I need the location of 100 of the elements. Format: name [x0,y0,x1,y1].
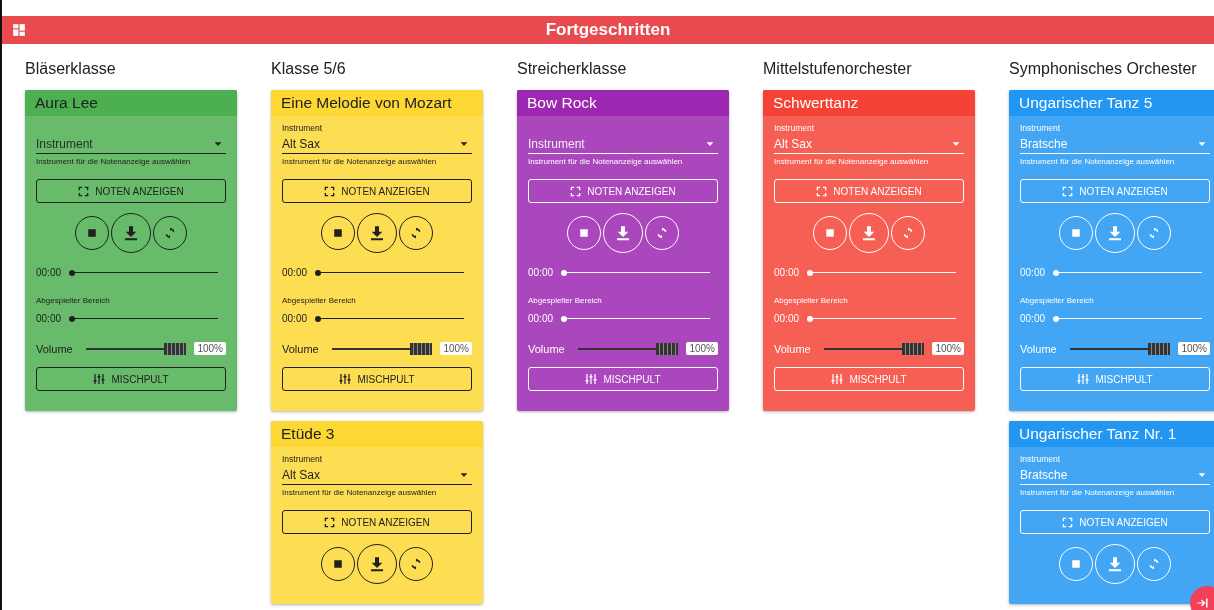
download-icon [123,225,139,241]
volume-thumb[interactable] [656,342,679,355]
sync-icon [1148,558,1160,570]
show-notes-button[interactable]: NOTEN ANZEIGEN [528,179,718,203]
volume-reading: 100% [440,342,472,355]
fullscreen-icon [78,185,90,197]
slider-thumb[interactable] [561,269,567,276]
page-title: Fortgeschritten [545,20,671,40]
mixer-button[interactable]: MISCHPULT [528,367,718,391]
time-reading: 00:00 [36,313,63,324]
dropdown-caret-icon [1198,470,1206,479]
mixer-button[interactable]: MISCHPULT [774,367,964,391]
instrument-select[interactable]: Instrument Alt Sax [282,453,472,485]
mixer-button[interactable]: MISCHPULT [36,367,226,391]
slider-thumb[interactable] [1053,315,1059,322]
instrument-select[interactable]: Instrument Bratsche [1020,122,1210,154]
slider-thumb[interactable] [315,269,321,276]
instrument-select[interactable]: Instrument Alt Sax [774,122,964,154]
slider-thumb[interactable] [1053,269,1059,276]
field-label: Instrument [282,453,324,465]
stop-icon [333,559,343,569]
volume-thumb[interactable] [1148,342,1171,355]
sliders-icon [1077,373,1090,385]
stop-icon [1071,228,1081,238]
volume-label: Volume [1020,342,1058,355]
range-label: Abgespielter Bereich [282,296,357,305]
instrument-select[interactable]: Instrument Alt Sax [282,122,472,154]
instrument-select[interactable]: Instrument Bratsche [1020,453,1210,485]
volume-reading: 100% [686,342,718,355]
card-title: Ungarischer Tanz 5 [1009,90,1214,116]
show-notes-button[interactable]: NOTEN ANZEIGEN [1020,510,1210,534]
mixer-button[interactable]: MISCHPULT [1020,367,1210,391]
instrument-select[interactable]: Instrument [528,122,718,154]
instrument-select[interactable]: Instrument [36,122,226,154]
sync-icon [656,227,668,239]
stop-icon [87,228,97,238]
card-title: Aura Lee [25,90,237,116]
time-reading: 00:00 [528,267,555,278]
volume-slider[interactable] [824,342,925,355]
helper-text: Instrument für die Notenanzeige auswählen [1020,488,1176,497]
show-notes-button[interactable]: NOTEN ANZEIGEN [1020,179,1210,203]
download-icon [369,225,385,241]
time-reading: 00:00 [36,267,63,278]
helper-text: Instrument für die Notenanzeige auswählen [774,157,930,166]
volume-slider[interactable] [578,342,679,355]
stop-icon [333,228,343,238]
field-label: Instrument [1020,453,1062,465]
download-icon [615,225,631,241]
volume-reading: 100% [194,342,226,355]
fullscreen-icon [816,185,828,197]
sliders-icon [93,373,106,385]
volume-slider[interactable] [86,342,187,355]
fullscreen-icon [1062,185,1074,197]
show-notes-button[interactable]: NOTEN ANZEIGEN [36,179,226,203]
slider-thumb[interactable] [315,315,321,322]
grid-icon [12,23,26,37]
volume-slider[interactable] [332,342,433,355]
show-notes-button[interactable]: NOTEN ANZEIGEN [282,510,472,534]
dropdown-caret-icon [1198,139,1206,148]
volume-thumb[interactable] [164,342,187,355]
field-label: Instrument [774,122,816,134]
column-heading: Klasse 5/6 [271,60,347,79]
volume-thumb[interactable] [902,342,925,355]
helper-text: Instrument für die Notenanzeige auswählen [282,157,438,166]
volume-slider[interactable] [1070,342,1171,355]
show-notes-button[interactable]: NOTEN ANZEIGEN [282,179,472,203]
time-reading: 00:00 [774,313,801,324]
sync-icon [902,227,914,239]
slider-thumb[interactable] [807,315,813,322]
sliders-icon [831,373,844,385]
sync-icon [410,227,422,239]
volume-label: Volume [774,342,812,355]
range-label: Abgespielter Bereich [774,296,849,305]
dropdown-caret-icon [706,139,714,148]
sync-icon [164,227,176,239]
slider-thumb[interactable] [807,269,813,276]
fullscreen-icon [570,185,582,197]
volume-label: Volume [528,342,566,355]
volume-label: Volume [282,342,320,355]
download-icon [1107,556,1123,572]
download-icon [861,225,877,241]
slider-thumb[interactable] [69,269,75,276]
helper-text: Instrument für die Notenanzeige auswählen [36,157,192,166]
sync-icon [1148,227,1160,239]
sliders-icon [585,373,598,385]
range-label: Abgespielter Bereich [528,296,603,305]
range-label: Abgespielter Bereich [1020,296,1095,305]
slider-thumb[interactable] [69,315,75,322]
dropdown-caret-icon [460,470,468,479]
sync-icon [410,558,422,570]
slider-thumb[interactable] [561,315,567,322]
field-label: Instrument [282,122,324,134]
time-reading: 00:00 [1020,267,1047,278]
mixer-button[interactable]: MISCHPULT [282,367,472,391]
stop-icon [579,228,589,238]
volume-thumb[interactable] [410,342,433,355]
dropdown-caret-icon [460,139,468,148]
card-title: Eine Melodie von Mozart [271,90,483,116]
show-notes-button[interactable]: NOTEN ANZEIGEN [774,179,964,203]
stop-icon [1071,559,1081,569]
